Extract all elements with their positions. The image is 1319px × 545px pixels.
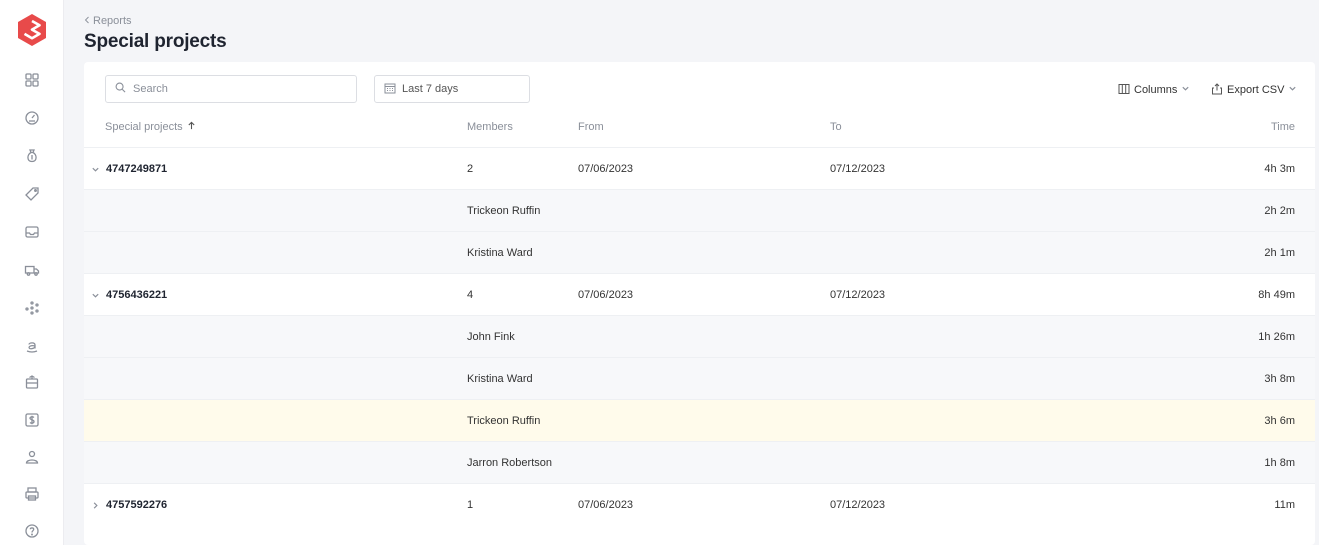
search-icon (115, 80, 126, 98)
search-box[interactable] (105, 75, 357, 103)
time-cell: 3h 8m (1264, 373, 1295, 385)
tag-icon[interactable] (22, 184, 42, 204)
column-header-project[interactable]: Special projects (105, 121, 196, 133)
time-cell: 8h 49m (1258, 289, 1295, 301)
time-cell: 1h 26m (1258, 331, 1295, 343)
table-row-group[interactable]: 4757592276 1 07/06/2023 07/12/2023 11m (84, 483, 1315, 525)
members-cell: 2 (467, 163, 474, 175)
table-row-member[interactable]: Kristina Ward 3h 8m (84, 357, 1315, 399)
truck-icon[interactable] (22, 260, 42, 280)
members-cell: 1 (467, 499, 474, 511)
project-id: 4747249871 (106, 163, 168, 175)
member-name: Trickeon Ruffin (467, 205, 541, 217)
chevron-down-icon (1288, 84, 1297, 96)
report-card: Last 7 days Columns Export CSV Special p… (84, 62, 1315, 545)
column-header-from[interactable]: From (578, 121, 604, 133)
table-row-group[interactable]: 4747249871 2 07/06/2023 07/12/2023 4h 3m (84, 147, 1315, 189)
member-name: Kristina Ward (467, 247, 533, 259)
search-input[interactable] (133, 83, 343, 95)
brand-logo[interactable] (16, 13, 48, 47)
dashboard-grid-icon[interactable] (22, 70, 42, 90)
chevron-down-icon[interactable] (90, 290, 100, 300)
page-title: Special projects (84, 31, 227, 52)
package-icon[interactable] (22, 372, 42, 392)
project-id: 4757592276 (106, 499, 168, 511)
chevron-down-icon (1181, 84, 1190, 96)
export-csv-button[interactable]: Export CSV (1211, 82, 1297, 98)
printer-icon[interactable] (22, 484, 42, 504)
share-export-icon (1211, 82, 1223, 98)
columns-label: Columns (1134, 84, 1178, 96)
amazon-icon[interactable] (22, 335, 42, 355)
calendar-icon (384, 82, 396, 97)
date-range-label: Last 7 days (402, 83, 459, 95)
inbox-icon[interactable] (22, 222, 42, 242)
table-row-group[interactable]: 4756436221 4 07/06/2023 07/12/2023 8h 49… (84, 273, 1315, 315)
sort-ascending-icon (187, 121, 196, 133)
project-id: 4756436221 (106, 289, 168, 301)
time-cell: 2h 2m (1264, 205, 1295, 217)
table-row-member-highlighted[interactable]: Trickeon Ruffin 3h 6m (84, 399, 1315, 441)
gauge-icon[interactable] (22, 108, 42, 128)
columns-icon (1118, 83, 1130, 98)
member-name: Kristina Ward (467, 373, 533, 385)
export-csv-label: Export CSV (1227, 84, 1285, 96)
to-cell: 07/12/2023 (830, 499, 886, 511)
time-cell: 4h 3m (1264, 163, 1295, 175)
members-cell: 4 (467, 289, 474, 301)
page-header: Reports Special projects (84, 14, 227, 53)
time-cell: 1h 8m (1264, 457, 1295, 469)
to-cell: 07/12/2023 (830, 163, 886, 175)
sidebar (0, 0, 64, 545)
breadcrumb-back-link[interactable]: Reports (84, 14, 227, 28)
member-name: John Fink (467, 331, 515, 343)
analytics-dots-icon[interactable] (22, 298, 42, 318)
column-header-time[interactable]: Time (1271, 121, 1295, 133)
time-cell: 2h 1m (1264, 247, 1295, 259)
from-cell: 07/06/2023 (578, 163, 634, 175)
column-header-to[interactable]: To (830, 121, 842, 133)
time-cell: 3h 6m (1264, 415, 1295, 427)
chevron-down-icon[interactable] (90, 164, 100, 174)
column-header-members[interactable]: Members (467, 121, 513, 133)
table-row-member[interactable]: Kristina Ward 2h 1m (84, 231, 1315, 273)
member-name: Jarron Robertson (467, 457, 552, 469)
from-cell: 07/06/2023 (578, 499, 634, 511)
help-icon[interactable] (22, 521, 42, 541)
users-icon[interactable] (22, 447, 42, 467)
to-cell: 07/12/2023 (830, 289, 886, 301)
table-row-member[interactable]: Jarron Robertson 1h 8m (84, 441, 1315, 483)
chevron-right-icon[interactable] (90, 500, 100, 510)
from-cell: 07/06/2023 (578, 289, 634, 301)
member-name: Trickeon Ruffin (467, 415, 541, 427)
money-bag-icon[interactable] (22, 146, 42, 166)
table-row-member[interactable]: John Fink 1h 26m (84, 315, 1315, 357)
chevron-left-icon (84, 15, 90, 27)
date-range-picker[interactable]: Last 7 days (374, 75, 530, 103)
table-row-member[interactable]: Trickeon Ruffin 2h 2m (84, 189, 1315, 231)
columns-button[interactable]: Columns (1118, 82, 1190, 98)
time-cell: 11m (1274, 499, 1295, 511)
dollar-icon[interactable] (22, 410, 42, 430)
breadcrumb-label: Reports (93, 15, 132, 27)
